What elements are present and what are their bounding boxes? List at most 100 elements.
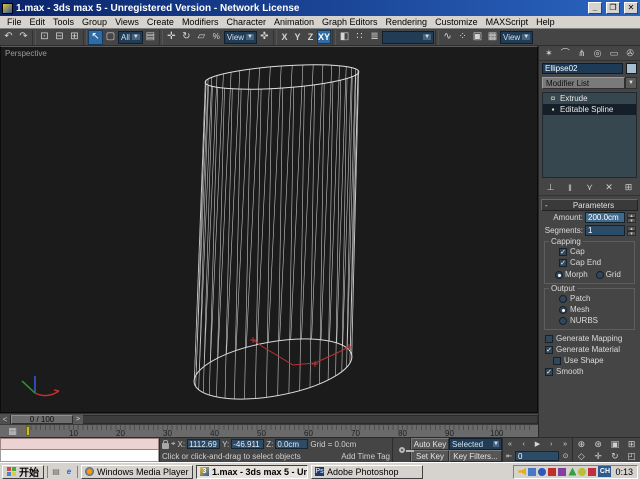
task-adobe-photoshop[interactable]: Ps Adobe Photoshop (311, 465, 423, 479)
utilities-tab-icon[interactable]: ✇ (626, 49, 634, 58)
generate-material-option[interactable]: ✓ Generate Material (541, 344, 638, 355)
menu-file[interactable]: File (3, 17, 26, 27)
auto-key-button[interactable]: Auto Key (411, 438, 449, 450)
selection-region-icon[interactable]: ▢ (103, 30, 118, 45)
undo-icon[interactable]: ↶ (1, 30, 16, 45)
time-slider-handle[interactable]: 0 / 100 (11, 415, 73, 424)
restrict-z-button[interactable]: Z (304, 30, 317, 44)
stack-item-editable-spline[interactable]: ▪ Editable Spline (543, 104, 636, 115)
remove-modifier-icon[interactable]: ✕ (602, 181, 617, 194)
named-selection-dropdown[interactable]: ▼ (382, 31, 434, 44)
set-key-button[interactable]: Set Key (411, 450, 449, 462)
segments-spinner[interactable]: ▴ ▾ (627, 226, 636, 236)
grid-radio[interactable]: Grid (596, 270, 621, 279)
redo-icon[interactable]: ↷ (16, 30, 31, 45)
checkbox-icon[interactable] (545, 335, 553, 343)
motion-tab-icon[interactable]: ◎ (594, 49, 602, 58)
display-tab-icon[interactable]: ▭ (610, 49, 619, 58)
nurbs-radio[interactable]: NURBS (547, 315, 632, 326)
x-coordinate-field[interactable]: 1112.69 (187, 439, 220, 449)
update-icon[interactable] (568, 468, 576, 476)
selection-filter-dropdown[interactable]: All ▼ (118, 31, 143, 44)
min-max-toggle-icon[interactable]: ◰ (623, 450, 640, 462)
perspective-viewport[interactable]: Perspective (0, 46, 538, 413)
menu-create[interactable]: Create (143, 17, 178, 27)
current-frame-field[interactable]: 0 (515, 451, 559, 461)
menu-edit[interactable]: Edit (26, 17, 50, 27)
current-frame-marker[interactable] (26, 426, 30, 436)
start-button[interactable]: 开始 (2, 465, 44, 479)
select-object-button[interactable]: ↖ (88, 30, 103, 45)
key-filters-button[interactable]: Key Filters... (449, 450, 502, 462)
rotate-icon[interactable]: ↻ (179, 30, 194, 45)
mini-curve-editor-icon[interactable]: ▦ (6, 426, 19, 437)
listener-macro-row[interactable] (0, 438, 159, 450)
y-coordinate-field[interactable]: -46.911 (231, 439, 264, 449)
checkbox-icon[interactable] (553, 357, 561, 365)
amount-field[interactable]: 200.0cm (585, 212, 625, 223)
zoom-all-icon[interactable]: ⊛ (590, 438, 607, 450)
checkbox-checked-icon[interactable]: ✓ (545, 346, 553, 354)
network-icon[interactable] (588, 468, 596, 476)
checkbox-checked-icon[interactable]: ✓ (559, 248, 567, 256)
schematic-view-icon[interactable]: ⁘ (455, 30, 470, 45)
scale-icon[interactable]: ▱ (194, 30, 209, 45)
show-end-result-icon[interactable]: ‖ (563, 181, 578, 194)
move-icon[interactable]: ✛ (164, 30, 179, 45)
material-editor-icon[interactable]: ▣ (470, 30, 485, 45)
modify-tab-icon[interactable]: ⌒ (561, 49, 570, 58)
selection-lock-icon[interactable] (162, 443, 169, 449)
listener-input-row[interactable] (0, 450, 159, 462)
menu-character[interactable]: Character (222, 17, 270, 27)
select-by-name-icon[interactable]: ▤ (143, 30, 158, 45)
menu-modifiers[interactable]: Modifiers (178, 17, 223, 27)
key-mode-toggle-icon[interactable]: ⇤ (504, 450, 514, 462)
task-3ds-max[interactable]: 3 1.max - 3ds max 5 - Unre... (196, 465, 308, 479)
patch-radio[interactable]: Patch (547, 293, 632, 304)
parameters-rollout-header[interactable]: - Parameters (541, 199, 638, 211)
menu-customize[interactable]: Customize (431, 17, 482, 27)
menu-help[interactable]: Help (532, 17, 559, 27)
checkbox-checked-icon[interactable]: ✓ (559, 259, 567, 267)
play-icon[interactable]: ▶ (531, 438, 545, 450)
go-to-start-icon[interactable]: « (503, 438, 517, 450)
zoom-icon[interactable]: ⊕ (573, 438, 590, 450)
menu-maxscript[interactable]: MAXScript (482, 17, 533, 27)
select-and-link-icon[interactable]: ⊡ (37, 30, 52, 45)
menu-animation[interactable]: Animation (270, 17, 318, 27)
object-color-swatch[interactable] (626, 63, 637, 74)
restrict-x-button[interactable]: X (278, 30, 291, 44)
hierarchy-tab-icon[interactable]: ⋔ (578, 49, 586, 58)
chevron-down-icon[interactable]: ▼ (625, 77, 637, 89)
make-unique-icon[interactable]: ⋎ (582, 181, 597, 194)
show-desktop-icon[interactable]: ▤ (51, 467, 61, 477)
tray-app-icon[interactable] (578, 468, 586, 476)
menu-rendering[interactable]: Rendering (382, 17, 432, 27)
curve-editor-icon[interactable]: ∿ (440, 30, 455, 45)
reference-coordinate-dropdown[interactable]: View ▼ (224, 31, 257, 44)
next-frame-icon[interactable]: › (544, 438, 558, 450)
object-name-field[interactable]: Ellipse02 (542, 63, 623, 74)
mesh-radio[interactable]: Mesh (547, 304, 632, 315)
stack-item-extrude[interactable]: ¤ Extrude (543, 93, 636, 104)
time-slider-next-icon[interactable]: > (73, 415, 83, 424)
checkbox-checked-icon[interactable]: ✓ (545, 368, 553, 376)
visibility-bulb-icon[interactable]: ¤ (549, 94, 557, 103)
zoom-extents-all-icon[interactable]: ⊞ (623, 438, 640, 450)
minimize-button[interactable]: _ (588, 2, 602, 14)
absolute-offset-icon[interactable]: ⌖ (171, 439, 176, 449)
time-slider-track[interactable]: 0 / 100 > (10, 415, 538, 424)
generate-mapping-option[interactable]: Generate Mapping (541, 333, 638, 344)
add-time-tag[interactable]: Add Time Tag (341, 452, 390, 461)
pan-icon[interactable]: ✛ (590, 450, 607, 462)
maxscript-mini-listener[interactable] (0, 438, 160, 462)
track-bar[interactable]: ▦ 10 20 30 40 50 60 70 80 90 100 (0, 424, 538, 437)
time-slider-prev-icon[interactable]: < (0, 414, 10, 425)
percent-snap-icon[interactable]: % (209, 30, 224, 45)
menu-graph-editors[interactable]: Graph Editors (318, 17, 382, 27)
menu-views[interactable]: Views (111, 17, 143, 27)
z-coordinate-field[interactable]: 0.0cm (275, 439, 308, 449)
amount-spinner[interactable]: ▴ ▾ (627, 213, 636, 223)
arc-rotate-icon[interactable]: ↻ (607, 450, 624, 462)
field-of-view-icon[interactable]: ◇ (573, 450, 590, 462)
